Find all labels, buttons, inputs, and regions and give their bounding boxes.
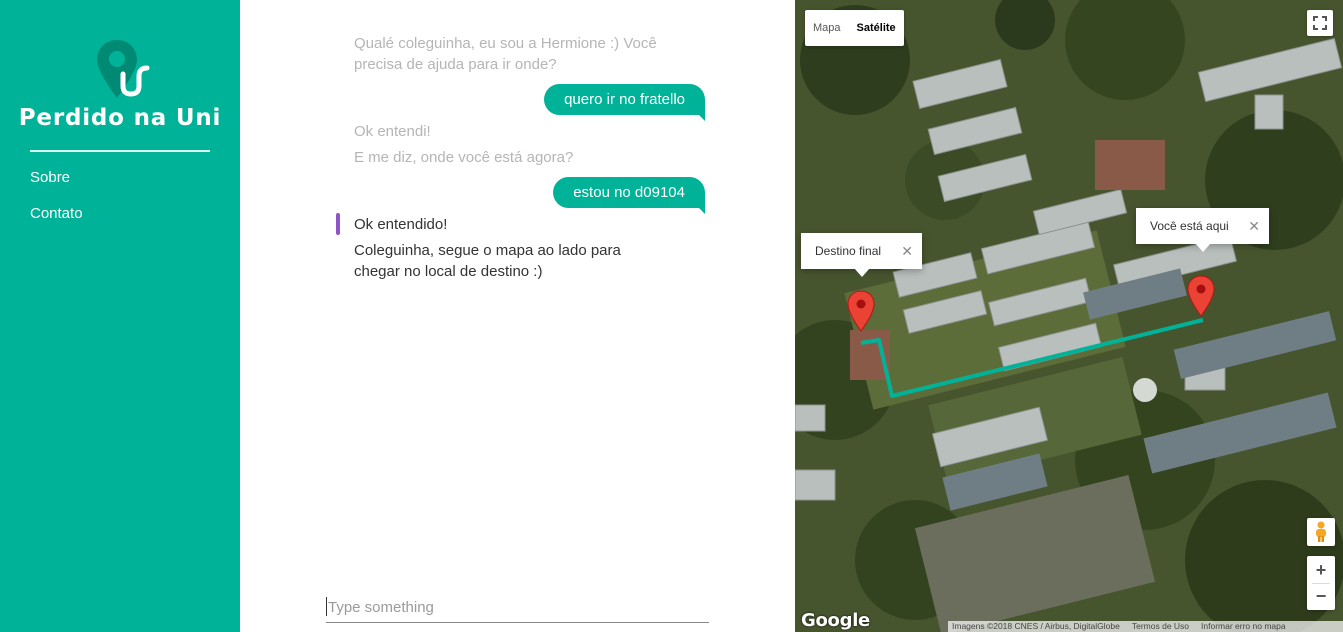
user-message: estou no d09104 (553, 177, 705, 208)
pegman-icon (1316, 521, 1326, 542)
logo-pin-icon (97, 40, 150, 98)
fullscreen-button[interactable] (1307, 10, 1333, 36)
map-panel[interactable]: Mapa Satélite Destino final ✕ Você está … (795, 0, 1343, 632)
user-message: quero ir no fratello (544, 84, 705, 115)
bubble-tail (699, 208, 705, 214)
info-window-current-location: Você está aqui ✕ (1136, 208, 1269, 252)
bot-message-question: E me diz, onde você está agora? (354, 149, 574, 166)
nav-link-sobre[interactable]: Sobre (30, 169, 70, 186)
bot-message-ack: Ok entendi! (354, 123, 431, 140)
imagery-attribution: Imagens ©2018 CNES / Airbus, DigitalGlob… (952, 621, 1120, 631)
info-window-destination: Destino final ✕ (801, 233, 922, 277)
bubble-tail (699, 115, 705, 121)
street-view-button[interactable] (1307, 518, 1335, 546)
google-logo[interactable]: Google (801, 610, 870, 631)
map-type-satellite[interactable]: Satélite (849, 10, 904, 46)
active-message-marker (336, 213, 340, 235)
terms-link[interactable]: Termos de Uso (1132, 621, 1189, 632)
info-window-label: Você está aqui (1150, 219, 1229, 233)
sidebar: Perdido na Uni Sobre Contato (0, 0, 240, 632)
zoom-in-button[interactable]: + (1316, 557, 1327, 583)
bot-message-ack-2: Ok entendido! (354, 216, 448, 233)
brand-title: Perdido na Uni (18, 105, 222, 131)
bot-message-final: Coleguinha, segue o mapa ao lado para ch… (354, 242, 621, 280)
nav-link-contato[interactable]: Contato (30, 205, 83, 222)
sidebar-divider (30, 150, 210, 152)
satellite-imagery (795, 0, 1343, 632)
map-type-control: Mapa Satélite (805, 10, 904, 46)
zoom-out-button[interactable]: − (1316, 584, 1327, 610)
fullscreen-icon (1313, 16, 1327, 30)
chat-panel: Qualé coleguinha, eu sou a Hermione :) V… (240, 0, 795, 632)
bot-message-intro: Qualé coleguinha, eu sou a Hermione :) V… (354, 35, 657, 73)
close-icon[interactable]: ✕ (1248, 208, 1260, 244)
text-caret (326, 597, 327, 616)
info-window-label: Destino final (815, 244, 882, 258)
report-error-link[interactable]: Informar erro no mapa (1201, 621, 1286, 632)
info-window-tail (853, 268, 870, 277)
map-type-mapa[interactable]: Mapa (805, 10, 849, 46)
chat-input[interactable] (326, 592, 709, 623)
destination-marker-pin-icon[interactable] (847, 290, 875, 332)
current-location-marker-pin-icon[interactable] (1187, 275, 1215, 317)
close-icon[interactable]: ✕ (901, 233, 913, 269)
map-attribution-bar: Imagens ©2018 CNES / Airbus, DigitalGlob… (948, 621, 1343, 632)
zoom-control: + − (1307, 556, 1335, 610)
info-window-tail (1194, 243, 1211, 252)
